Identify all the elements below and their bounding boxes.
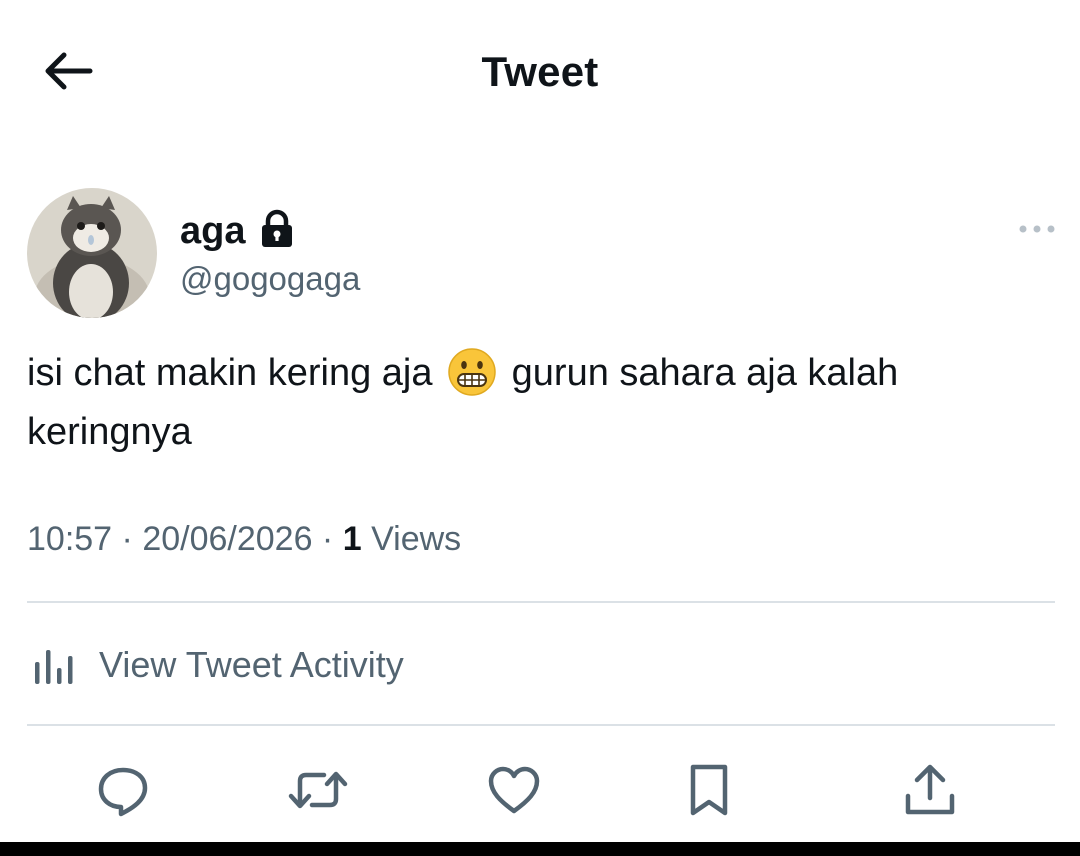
bar-chart-icon [27, 642, 79, 689]
divider [27, 724, 1055, 726]
like-button[interactable] [482, 760, 546, 824]
tweet-meta: 10:57 · 20/06/2026 · 1 Views [27, 520, 461, 559]
bottom-bar [0, 842, 1080, 856]
views-label: Views [371, 520, 462, 558]
meta-separator: · [312, 520, 343, 558]
share-button[interactable] [898, 760, 962, 824]
tweet-text-part1: isi chat makin kering aja [27, 352, 433, 394]
view-tweet-activity-label: View Tweet Activity [99, 644, 404, 685]
view-tweet-activity-button[interactable]: View Tweet Activity [27, 630, 404, 700]
top-bar: Tweet [0, 0, 1080, 150]
bookmark-button[interactable] [677, 760, 741, 824]
avatar[interactable] [27, 188, 157, 318]
share-icon [902, 762, 958, 823]
tweet-text: isi chat makin kering aja gurun sahara a… [27, 344, 1057, 461]
reply-button[interactable] [91, 760, 155, 824]
retweet-button[interactable] [286, 760, 350, 824]
reply-icon [95, 762, 151, 823]
author-handle[interactable]: @gogogaga [180, 260, 360, 298]
author-name[interactable]: aga [180, 210, 245, 253]
lock-icon [259, 209, 295, 254]
tweet-date[interactable]: 20/06/2026 [142, 520, 312, 558]
page-title: Tweet [481, 48, 599, 95]
meta-separator: · [112, 520, 143, 558]
retweet-icon [288, 765, 348, 820]
more-button[interactable] [1014, 218, 1060, 244]
tweet-time[interactable]: 10:57 [27, 520, 112, 558]
heart-icon [486, 764, 542, 821]
more-horizontal-icon [1017, 222, 1057, 240]
grimacing-face-icon [447, 347, 497, 397]
views-count: 1 [342, 520, 362, 558]
bookmark-icon [685, 762, 733, 823]
divider [27, 601, 1055, 603]
author-row: aga [180, 206, 295, 256]
